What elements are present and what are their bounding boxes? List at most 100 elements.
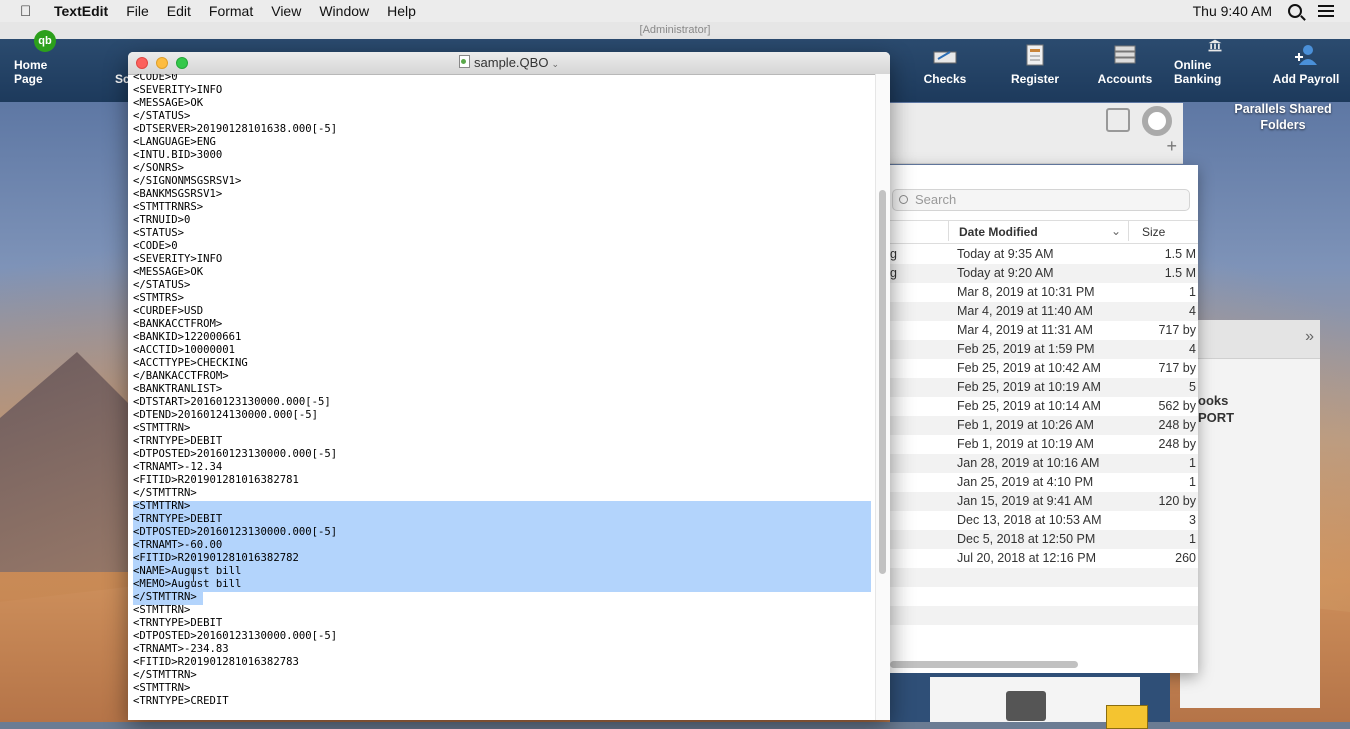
text-line: <CODE>0 [133, 240, 178, 252]
text-area[interactable]: <CODE>0 <SEVERITY>INFO <MESSAGE>OK </STATUS… [128, 74, 876, 720]
vertical-scrollbar[interactable] [875, 74, 890, 720]
file-row[interactable]: Feb 1, 2019 at 10:19 AM 248 by [880, 435, 1198, 454]
add-payroll-label: Add Payroll [1272, 72, 1340, 86]
file-row[interactable]: Jul 20, 2018 at 12:16 PM 260 [880, 549, 1198, 568]
menu-format[interactable]: Format [209, 3, 253, 19]
title-chevron-icon[interactable]: ⌄ [551, 59, 559, 69]
file-row[interactable]: Dec 5, 2018 at 12:50 PM 1 [880, 530, 1198, 549]
file-size: 1 [1189, 456, 1196, 470]
column-divider [1128, 221, 1129, 241]
file-date-modified: Jan 15, 2019 at 9:41 AM [957, 494, 1093, 508]
text-line: <STMTRS> [133, 292, 185, 304]
file-date-modified: Feb 1, 2019 at 10:19 AM [957, 437, 1094, 451]
register-icon [1026, 44, 1044, 66]
text-line: <TRNTYPE>CREDIT [133, 695, 229, 707]
text-line: </SIGNONMSGSRSV1> [133, 175, 242, 187]
text-line: <DTSERVER>20190128101638.000[-5] [133, 123, 338, 135]
text-line: </STMTTRN> [133, 669, 197, 681]
text-line: <DTPOSTED>20160123130000.000[-5] [133, 448, 338, 460]
scrollbar-thumb[interactable] [879, 190, 886, 574]
text-line: </BANKACCTFROM> [133, 370, 229, 382]
register-button[interactable]: Register [1005, 39, 1065, 102]
finder-horizontal-scrollbar[interactable] [890, 661, 1078, 668]
notification-center-icon[interactable] [1318, 5, 1334, 17]
menu-view[interactable]: View [271, 3, 301, 19]
file-size: 5 [1189, 380, 1196, 394]
accounts-button[interactable]: Accounts [1093, 39, 1157, 102]
add-payroll-button[interactable]: Add Payroll [1270, 39, 1342, 102]
file-size: 3 [1189, 513, 1196, 527]
file-row[interactable]: Feb 25, 2019 at 10:42 AM 717 by [880, 359, 1198, 378]
menu-app-name[interactable]: TextEdit [54, 3, 108, 19]
textedit-titlebar[interactable]: sample.QBO ⌄ [128, 52, 890, 75]
qb-panel-toolbar [1180, 320, 1320, 359]
file-row[interactable]: g Today at 9:20 AM 1.5 M [880, 264, 1198, 283]
file-name: g [890, 266, 897, 280]
apple-menu-icon[interactable]:  [20, 3, 38, 20]
file-row[interactable]: Jan 15, 2019 at 9:41 AM 120 by [880, 492, 1198, 511]
file-row[interactable]: Mar 4, 2019 at 11:31 AM 717 by [880, 321, 1198, 340]
home-page-button[interactable]: qb Home Page [14, 30, 76, 102]
parallels-shared-folders-label[interactable]: Parallels Shared Folders [1228, 101, 1338, 133]
file-row[interactable]: Feb 25, 2019 at 10:19 AM 5 [880, 378, 1198, 397]
add-tab-icon[interactable]: + [1166, 136, 1177, 157]
sort-chevron-icon[interactable]: ⌄ [1111, 224, 1121, 238]
column-size[interactable]: Size [1142, 225, 1165, 239]
column-date-modified[interactable]: Date Modified [959, 225, 1038, 239]
window-title[interactable]: sample.QBO ⌄ [128, 55, 890, 70]
file-row[interactable]: Jan 25, 2019 at 4:10 PM 1 [880, 473, 1198, 492]
file-date-modified: Feb 1, 2019 at 10:26 AM [957, 418, 1094, 432]
printer-icon[interactable] [1006, 691, 1046, 721]
file-row[interactable]: Dec 13, 2018 at 10:53 AM 3 [880, 511, 1198, 530]
file-row[interactable]: g Today at 9:35 AM 1.5 M [880, 245, 1198, 264]
file-row[interactable]: Feb 25, 2019 at 10:14 AM 562 by [880, 397, 1198, 416]
column-divider [948, 221, 949, 241]
file-row[interactable]: Feb 25, 2019 at 1:59 PM 4 [880, 340, 1198, 359]
text-line: <FITID>R201901281016382782 [133, 552, 299, 564]
online-banking-button[interactable]: Online Banking [1174, 39, 1256, 102]
menu-help[interactable]: Help [387, 3, 416, 19]
text-line: <BANKID>122000661 [133, 331, 242, 343]
text-line: <DTSTART>20160123130000.000[-5] [133, 396, 331, 408]
qb-background-panel: » ooks PORT [1180, 320, 1320, 708]
empty-row [880, 587, 1198, 606]
text-line: <TRNAMT>-60.00 [133, 539, 223, 551]
toolbar-partial-button[interactable]: Sc [115, 39, 130, 102]
text-line: <BANKACCTFROM> [133, 318, 223, 330]
text-line: <DTPOSTED>20160123130000.000[-5] [133, 630, 338, 642]
menu-bar:  TextEdit File Edit Format View Window … [0, 0, 1350, 23]
home-page-label: Home Page [14, 58, 48, 86]
file-row[interactable]: Mar 4, 2019 at 11:40 AM 4 [880, 302, 1198, 321]
file-row[interactable]: Jan 28, 2019 at 10:16 AM 1 [880, 454, 1198, 473]
file-row[interactable]: Feb 1, 2019 at 10:26 AM 248 by [880, 416, 1198, 435]
text-line: <ACCTTYPE>CHECKING [133, 357, 248, 369]
chevron-right-icon[interactable]: » [1305, 328, 1314, 346]
text-line: </STATUS> [133, 110, 191, 122]
file-size: 717 by [1158, 323, 1196, 337]
finder-column-header: Date Modified ⌄ Size [880, 220, 1198, 244]
text-line: <INTU.BID>3000 [133, 149, 223, 161]
finder-search-input[interactable]: Search [892, 189, 1190, 211]
menu-clock[interactable]: Thu 9:40 AM [1193, 3, 1272, 19]
file-row[interactable]: Mar 8, 2019 at 10:31 PM 1 [880, 283, 1198, 302]
text-line: <NAME>August bill [133, 565, 242, 577]
menu-window[interactable]: Window [319, 3, 369, 19]
checks-button[interactable]: Checks [915, 39, 975, 102]
text-line: <SEVERITY>INFO [133, 84, 223, 96]
checks-icon [933, 51, 957, 64]
text-line: </SONRS> [133, 162, 185, 174]
text-line: <STMTTRN> [133, 500, 191, 512]
lifebuoy-icon[interactable] [1142, 106, 1172, 136]
spotlight-search-icon[interactable] [1288, 4, 1302, 18]
menu-edit[interactable]: Edit [167, 3, 191, 19]
file-date-modified: Mar 4, 2019 at 11:40 AM [957, 304, 1093, 318]
card-icon[interactable] [1106, 705, 1148, 729]
checks-label: Checks [923, 72, 967, 86]
text-line: <CODE>0 [133, 74, 178, 83]
frame-icon[interactable] [1106, 108, 1130, 132]
file-date-modified: Feb 25, 2019 at 10:14 AM [957, 399, 1101, 413]
text-line: <MESSAGE>OK [133, 266, 204, 278]
text-line: <TRNAMT>-234.83 [133, 643, 229, 655]
window-title-text: sample.QBO [474, 55, 549, 70]
menu-file[interactable]: File [126, 3, 149, 19]
